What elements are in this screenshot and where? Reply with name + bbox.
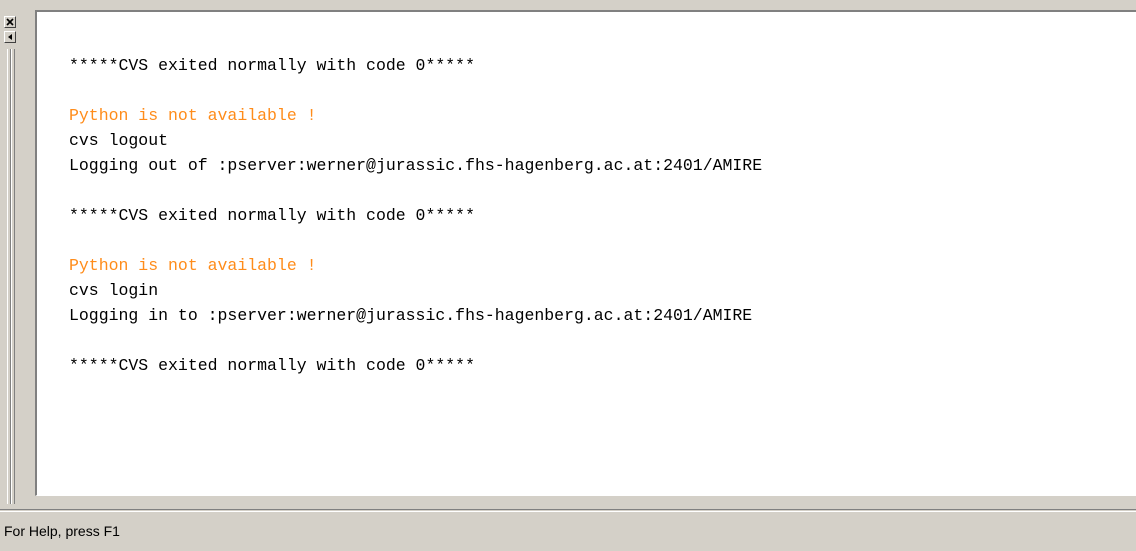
log-line: Logging out of :pserver:werner@jurassic.… bbox=[69, 156, 763, 175]
log-line: Logging in to :pserver:werner@jurassic.f… bbox=[69, 306, 753, 325]
warning-line: Python is not available ! bbox=[69, 256, 317, 275]
close-pane-button[interactable] bbox=[4, 16, 16, 28]
log-line: *****CVS exited normally with code 0****… bbox=[69, 56, 475, 75]
output-pane: *****CVS exited normally with code 0****… bbox=[0, 0, 1136, 509]
status-help-text: For Help, press F1 bbox=[4, 523, 120, 539]
restore-pane-button[interactable] bbox=[4, 31, 16, 43]
close-icon bbox=[6, 18, 14, 26]
log-line: cvs logout bbox=[69, 131, 169, 150]
log-line: cvs login bbox=[69, 281, 159, 300]
log-line: *****CVS exited normally with code 0****… bbox=[69, 356, 475, 375]
gripper-bar bbox=[11, 49, 15, 504]
status-bar: For Help, press F1 bbox=[0, 511, 1136, 551]
output-log[interactable]: *****CVS exited normally with code 0****… bbox=[35, 10, 1136, 496]
warning-line: Python is not available ! bbox=[69, 106, 317, 125]
docking-gripper[interactable] bbox=[4, 9, 18, 507]
restore-icon bbox=[8, 34, 12, 40]
log-line: *****CVS exited normally with code 0****… bbox=[69, 206, 475, 225]
